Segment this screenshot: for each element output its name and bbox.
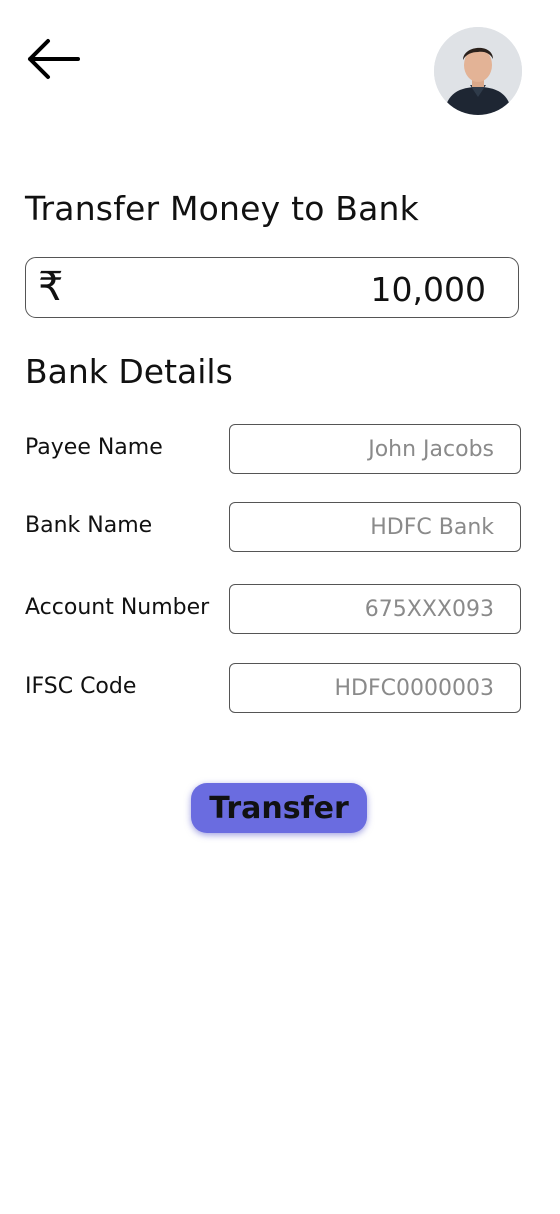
account-number-input[interactable] [229,584,521,634]
bank-name-label: Bank Name [25,513,153,538]
bank-name-row: Bank Name [25,502,521,552]
back-button[interactable] [24,36,84,82]
account-number-row: Account Number [25,584,521,634]
avatar[interactable] [434,27,522,115]
page-title: Transfer Money to Bank [25,189,419,228]
amount-input[interactable] [184,268,488,312]
payee-name-label: Payee Name [25,435,163,460]
account-number-label: Account Number [25,595,210,620]
ifsc-code-row: IFSC Code [25,663,521,713]
payee-name-row: Payee Name [25,424,521,474]
ifsc-code-label: IFSC Code [25,674,137,699]
arrow-left-icon [28,39,80,79]
transfer-button[interactable]: Transfer [191,783,367,833]
bank-details-title: Bank Details [25,352,233,391]
payee-name-input[interactable] [229,424,521,474]
ifsc-code-input[interactable] [229,663,521,713]
amount-field[interactable]: ₹ [25,257,519,318]
rupee-icon: ₹ [38,264,64,310]
user-photo [434,27,522,115]
bank-name-input[interactable] [229,502,521,552]
